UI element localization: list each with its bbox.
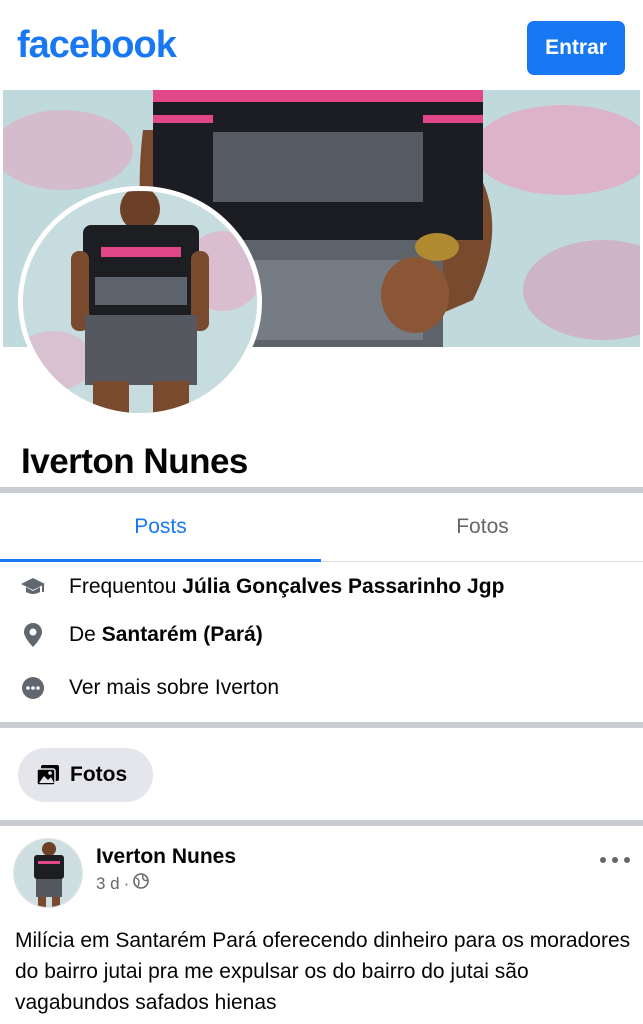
intro-education: Frequentou Júlia Gonçalves Passarinho Jg… — [0, 567, 643, 607]
location-pin-icon — [20, 622, 46, 648]
intro-hometown-place[interactable]: Santarém (Pará) — [102, 623, 263, 646]
post-author-name[interactable]: Iverton Nunes — [96, 845, 236, 869]
post-text: Milícia em Santarém Pará oferecendo dinh… — [15, 929, 631, 1014]
profile-name: Iverton Nunes — [21, 442, 248, 481]
section-divider — [0, 487, 643, 493]
post-meta-separator: · — [123, 873, 130, 893]
intro-education-place[interactable]: Júlia Gonçalves Passarinho Jgp — [182, 575, 504, 598]
intro-education-text: Frequentou Júlia Gonçalves Passarinho Jg… — [69, 575, 504, 599]
photos-button[interactable]: Fotos — [18, 748, 153, 802]
globe-icon — [133, 873, 150, 894]
top-bar: facebook Entrar — [0, 0, 643, 90]
post-time[interactable]: 3 d — [96, 874, 120, 894]
intro-hometown: De Santarém (Pará) — [0, 615, 643, 655]
intro-education-prefix: Frequentou — [69, 575, 177, 598]
post-meta: 3 d · — [96, 873, 150, 894]
section-divider — [0, 722, 643, 728]
profile-avatar-image — [23, 191, 257, 413]
login-button[interactable]: Entrar — [527, 21, 625, 75]
ellipsis-icon[interactable] — [600, 850, 630, 870]
tab-posts[interactable]: Posts — [0, 494, 321, 560]
photos-icon — [36, 764, 60, 786]
active-tab-indicator — [0, 559, 321, 562]
profile-tabs: Posts Fotos — [0, 494, 643, 562]
intro-see-more[interactable]: Ver mais sobre Iverton — [0, 668, 643, 708]
graduation-cap-icon — [20, 574, 46, 600]
intro-hometown-prefix: De — [69, 623, 96, 646]
photos-button-label: Fotos — [70, 763, 128, 786]
section-divider — [0, 820, 643, 826]
profile-avatar[interactable] — [18, 186, 262, 418]
facebook-logo[interactable]: facebook — [17, 24, 177, 67]
see-more-link[interactable]: Ver mais sobre Iverton — [69, 676, 279, 700]
intro-hometown-text: De Santarém (Pará) — [69, 623, 263, 647]
tab-fotos[interactable]: Fotos — [322, 494, 643, 560]
post-author-avatar[interactable] — [13, 838, 83, 908]
more-dots-icon — [20, 675, 46, 701]
